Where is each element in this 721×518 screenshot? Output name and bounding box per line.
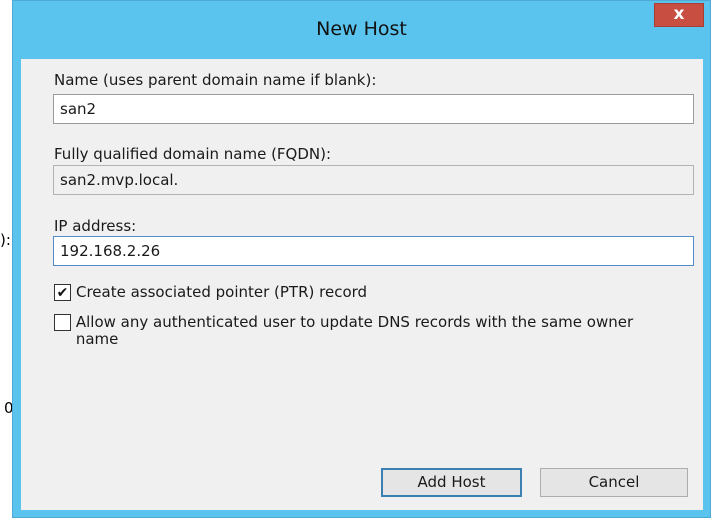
fqdn-label: Fully qualified domain name (FQDN):	[54, 145, 332, 163]
title-bar[interactable]: New Host x	[13, 1, 710, 58]
dialog-body: Name (uses parent domain name if blank):…	[21, 59, 703, 510]
allow-update-option[interactable]: Allow any authenticated user to update D…	[54, 314, 674, 348]
fqdn-field	[53, 165, 694, 195]
ip-address-input[interactable]	[53, 236, 694, 266]
ptr-record-label: Create associated pointer (PTR) record	[76, 283, 368, 301]
background-text-fragment: ):	[0, 231, 11, 249]
ip-address-label: IP address:	[54, 217, 137, 235]
ptr-record-checkbox[interactable]: ✔	[54, 284, 71, 301]
dialog-title: New Host	[316, 18, 407, 40]
close-icon: x	[673, 4, 685, 24]
name-input[interactable]	[53, 94, 694, 124]
allow-update-label: Allow any authenticated user to update D…	[75, 313, 634, 348]
allow-update-checkbox[interactable]	[54, 314, 71, 331]
new-host-dialog: New Host x Name (uses parent domain name…	[12, 0, 711, 518]
checkmark-icon: ✔	[56, 284, 69, 301]
cancel-button[interactable]: Cancel	[540, 468, 688, 497]
close-button[interactable]: x	[654, 3, 704, 27]
add-host-button[interactable]: Add Host	[381, 468, 522, 497]
name-label: Name (uses parent domain name if blank):	[54, 71, 377, 89]
ptr-record-option[interactable]: ✔ Create associated pointer (PTR) record	[54, 284, 367, 301]
